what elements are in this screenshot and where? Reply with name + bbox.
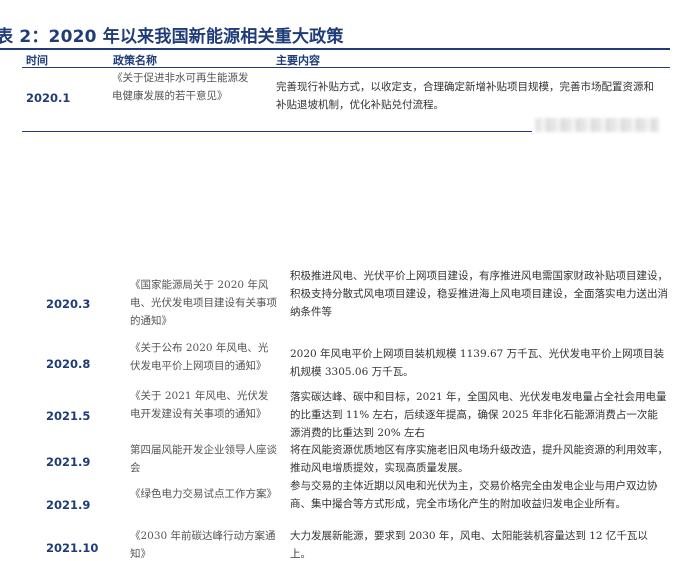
- row-date: 2020.3: [46, 297, 91, 311]
- header-content: 主要内容: [276, 54, 320, 67]
- row-policy-name: 《2030 年前碳达峰行动方案通知》: [130, 530, 276, 560]
- row-policy-name: 《国家能源局关于 2020 年风电、光伏发电项目建设有关事项的通知》: [130, 279, 277, 327]
- row-date: 2021.9: [46, 455, 91, 469]
- row-content: 大力发展新能源，要求到 2030 年，风电、太阳能装机容量达到 12 亿千瓦以上…: [290, 530, 648, 560]
- row-date: 2021.10: [46, 541, 99, 555]
- row-date: 2020.8: [46, 357, 91, 371]
- row-rule: [22, 131, 532, 132]
- watermark-blur: [535, 118, 659, 132]
- row-content: 参与交易的主体近期以风电和光伏为主，交易价格完全由发电企业与用户双边协商、集中撮…: [290, 480, 658, 510]
- row-content: 完善现行补贴方式，以收定支，合理确定新增补贴项目规模，完善市场配置资源和补贴退坡…: [276, 81, 654, 111]
- row-date: 2021.5: [46, 409, 91, 423]
- row-content: 2020 年风电平价上网项目装机规模 1139.67 万千瓦、光伏发电平价上网项…: [290, 348, 665, 378]
- row-policy-name: 《绿色电力交易试点工作方案》: [130, 488, 277, 500]
- table-title: 表 2：2020 年以来我国新能源相关重大政策: [0, 27, 344, 47]
- row-policy-name: 《关于公布 2020 年风电、光伏发电平价上网项目的通知》: [130, 342, 269, 372]
- row-content: 将在风能资源优质地区有序实施老旧风电场升级改造，提升风能资源的利用效率，推动风电…: [290, 444, 668, 474]
- header-time: 时间: [26, 54, 48, 67]
- row-date: 2020.1: [26, 91, 71, 105]
- header-rule: [22, 67, 670, 68]
- title-rule: [0, 48, 670, 50]
- row-date: 2021.9: [46, 498, 91, 512]
- policy-table-page: 表 2：2020 年以来我国新能源相关重大政策 时间 政策名称 主要内容 202…: [0, 0, 689, 561]
- row-policy-name: 《关于促进非水可再生能源发电健康发展的若干意见》: [112, 72, 249, 102]
- row-content: 积极推进风电、光伏平价上网项目建设，有序推进风电需国家财政补贴项目建设，积极支持…: [290, 270, 668, 318]
- header-policy: 政策名称: [113, 54, 157, 67]
- row-content: 落实碳达峰、碳中和目标，2021 年，全国风电、光伏发电发电量占全社会用电量的比…: [290, 391, 667, 439]
- row-policy-name: 《关于 2021 年风电、光伏发电开发建设有关事项的通知》: [130, 390, 269, 420]
- row-policy-name: 第四届风能开发企业领导人座谈会: [130, 444, 277, 474]
